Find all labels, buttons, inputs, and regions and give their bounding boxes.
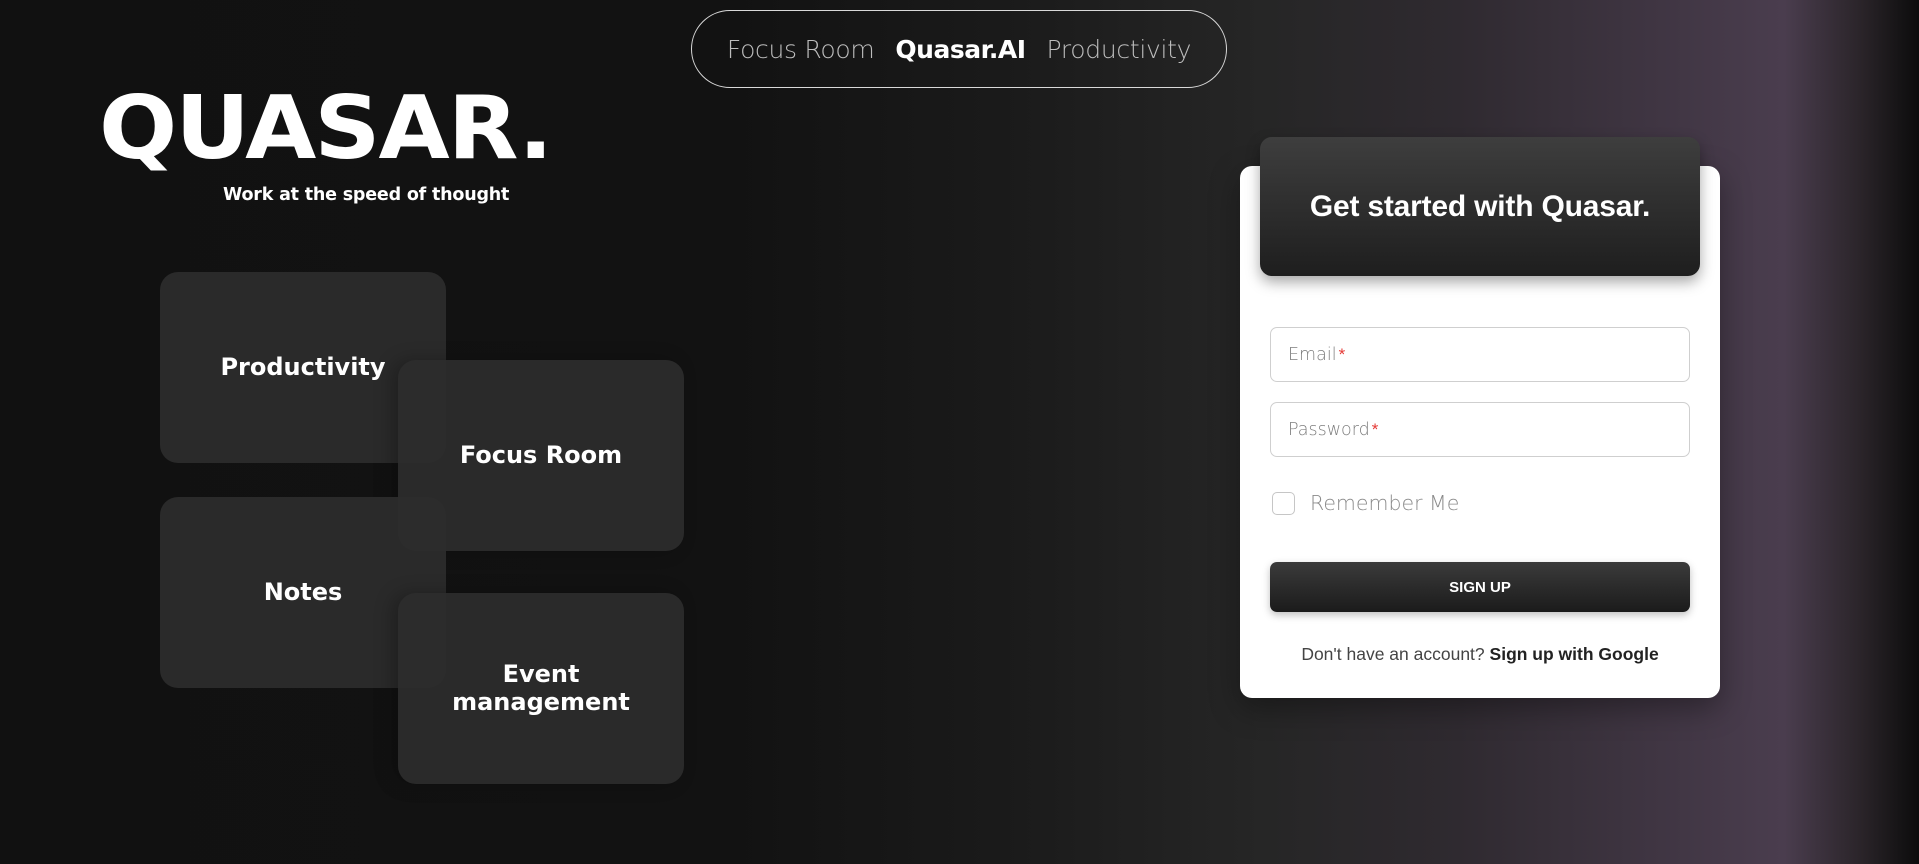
card-event-management[interactable]: Event management bbox=[398, 593, 684, 784]
email-field[interactable]: Email * bbox=[1270, 327, 1690, 382]
top-nav: Focus Room Quasar.AI Productivity bbox=[691, 10, 1227, 88]
remember-me-label: Remember Me bbox=[1310, 491, 1460, 515]
logo: QUASAR. Work at the speed of thought bbox=[99, 77, 553, 205]
remember-me[interactable]: Remember Me bbox=[1272, 491, 1459, 515]
signup-title: Get started with Quasar. bbox=[1309, 189, 1651, 223]
card-label: Event management bbox=[452, 659, 630, 716]
nav-item-productivity[interactable]: Productivity bbox=[1047, 35, 1192, 64]
remember-me-checkbox[interactable] bbox=[1272, 491, 1295, 515]
required-mark: * bbox=[1338, 344, 1346, 364]
card-label: Notes bbox=[263, 577, 343, 606]
google-signup-link[interactable]: Sign up with Google bbox=[1490, 644, 1659, 664]
card-label: Productivity bbox=[220, 352, 386, 381]
sign-up-button[interactable]: SIGN UP bbox=[1270, 562, 1690, 612]
required-mark: * bbox=[1371, 419, 1379, 439]
signup-footer-text: Don't have an account? bbox=[1301, 644, 1485, 664]
password-label: Password bbox=[1288, 419, 1370, 440]
nav-item-quasar-ai[interactable]: Quasar.AI bbox=[895, 35, 1026, 64]
email-label: Email bbox=[1288, 344, 1337, 365]
logo-tagline: Work at the speed of thought bbox=[223, 185, 510, 205]
signup-panel: Get started with Quasar. Email * Password… bbox=[1240, 137, 1720, 698]
card-label: Focus Room bbox=[459, 440, 623, 469]
logo-wordmark: QUASAR. bbox=[99, 77, 553, 180]
password-field[interactable]: Password * bbox=[1270, 402, 1690, 457]
signup-footer: Don't have an account? Sign up with Goog… bbox=[1240, 644, 1720, 665]
nav-item-focus-room[interactable]: Focus Room bbox=[727, 35, 875, 64]
signup-header: Get started with Quasar. bbox=[1260, 137, 1700, 276]
